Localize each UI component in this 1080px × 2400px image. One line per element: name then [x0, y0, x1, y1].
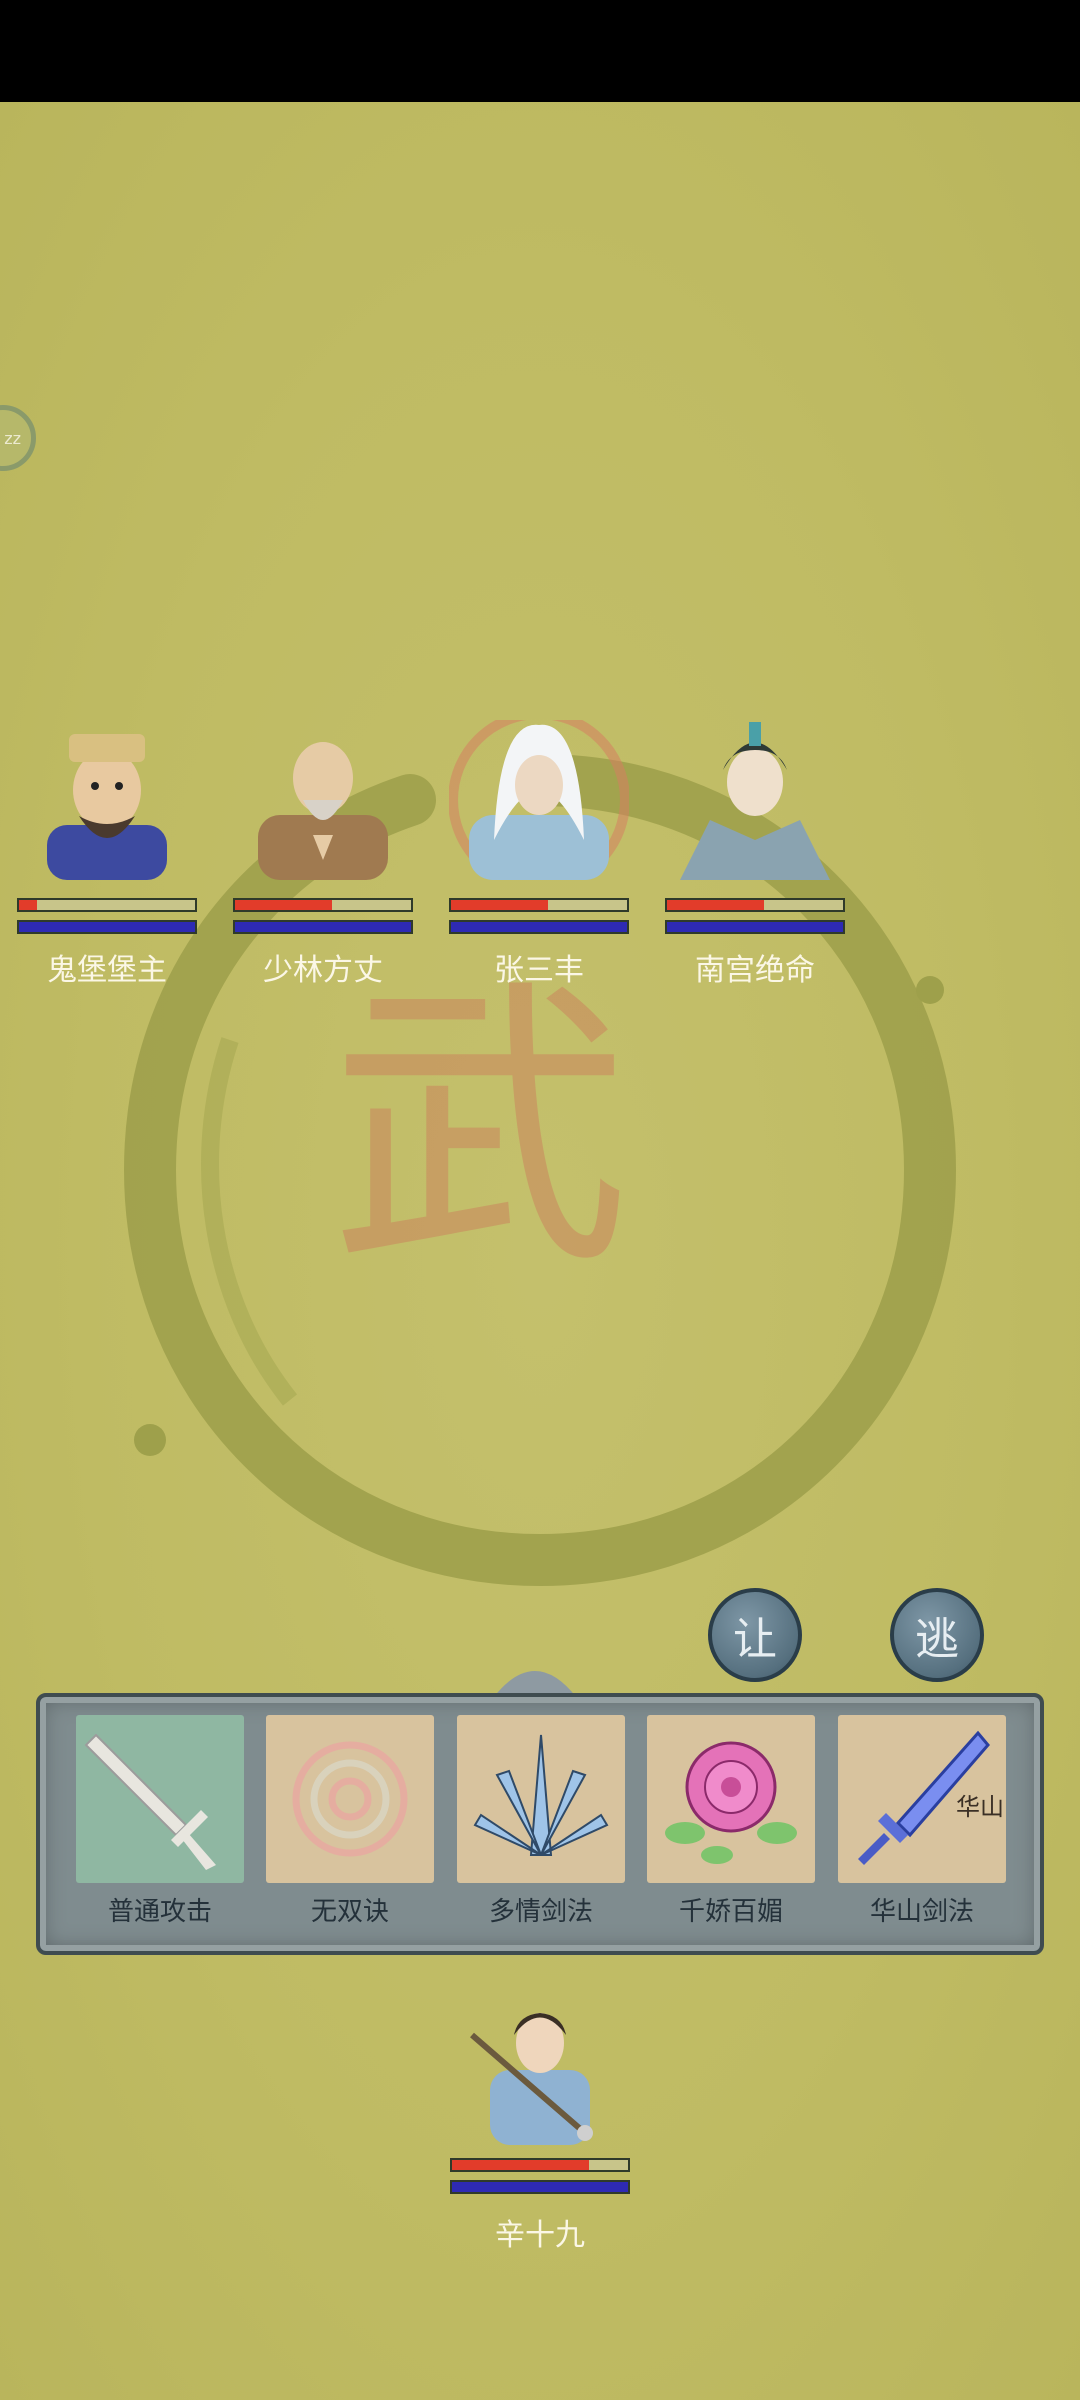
enemy-mp-bar	[665, 920, 845, 934]
enemy-name: 少林方丈	[263, 953, 383, 988]
enemy-hp-bar	[17, 898, 197, 912]
hp-fill	[19, 900, 37, 910]
yield-label: 让	[733, 1614, 777, 1665]
flee-label: 逃	[915, 1614, 959, 1665]
player-name: 辛十九	[495, 2218, 585, 2253]
skill-wushuang[interactable]: 无双诀	[266, 1715, 434, 1927]
skill-huashan-sword[interactable]: 华山 华山剑法	[838, 1715, 1006, 1927]
hp-fill	[235, 900, 332, 910]
enemy-name: 南宫绝命	[695, 953, 815, 988]
background-glyph: 武	[330, 955, 630, 1304]
sleep-label: zz	[4, 428, 21, 448]
xin-shijiu-portrait	[470, 2013, 593, 2145]
enemy-card[interactable]: 南宫绝命	[665, 720, 845, 988]
enemy-mp-bar	[17, 920, 197, 934]
skill-label: 多情剑法	[488, 1897, 593, 1927]
zhang-sanfeng-portrait	[449, 720, 629, 880]
hp-fill	[452, 2160, 590, 2170]
skill-normal-attack[interactable]: 普通攻击	[76, 1715, 244, 1927]
skill-qianjiao-baimei[interactable]: 千娇百媚	[647, 1715, 815, 1927]
enemy-card[interactable]: 张三丰	[449, 720, 629, 988]
nangong-jueming-portrait	[680, 722, 830, 880]
sword-icon	[76, 1715, 244, 1883]
blades-fan-icon	[457, 1715, 625, 1883]
rose-icon	[647, 1715, 815, 1883]
player-hp-bar	[450, 2158, 630, 2172]
enemy-mp-bar	[233, 920, 413, 934]
enemy-hp-bar	[665, 898, 845, 912]
ghost-castle-lord-portrait	[47, 734, 167, 880]
yield-button[interactable]: 让	[708, 1588, 802, 1682]
shaolin-abbot-portrait	[258, 742, 388, 880]
enemy-name: 张三丰	[494, 953, 584, 988]
spiral-icon	[266, 1715, 434, 1883]
hp-fill	[667, 900, 764, 910]
flee-button[interactable]: 逃	[890, 1588, 984, 1682]
huashan-badge: 华山	[956, 1793, 1004, 1821]
skill-label: 普通攻击	[107, 1897, 212, 1927]
enemy-hp-bar	[233, 898, 413, 912]
player-mp-bar	[450, 2180, 630, 2194]
enemy-mp-bar	[449, 920, 629, 934]
enemy-hp-bar	[449, 898, 629, 912]
partial-character-head	[493, 1671, 577, 1698]
enemy-name: 鬼堡堡主	[47, 953, 167, 988]
hp-fill	[451, 900, 548, 910]
skill-panel: 普通攻击 无双诀 多情剑法 千娇百媚 华山 华山剑法	[36, 1693, 1044, 1955]
skill-label: 千娇百媚	[678, 1897, 783, 1927]
blue-sword-icon: 华山	[838, 1715, 1006, 1883]
player-card[interactable]: 辛十九	[450, 1995, 630, 2253]
enemy-card[interactable]: 少林方丈	[233, 720, 413, 988]
skill-duoqing-sword[interactable]: 多情剑法	[457, 1715, 625, 1927]
skill-label: 华山剑法	[869, 1897, 974, 1927]
enemy-card[interactable]: 鬼堡堡主	[17, 720, 197, 988]
status-bar	[0, 0, 1080, 102]
skill-label: 无双诀	[310, 1897, 389, 1927]
